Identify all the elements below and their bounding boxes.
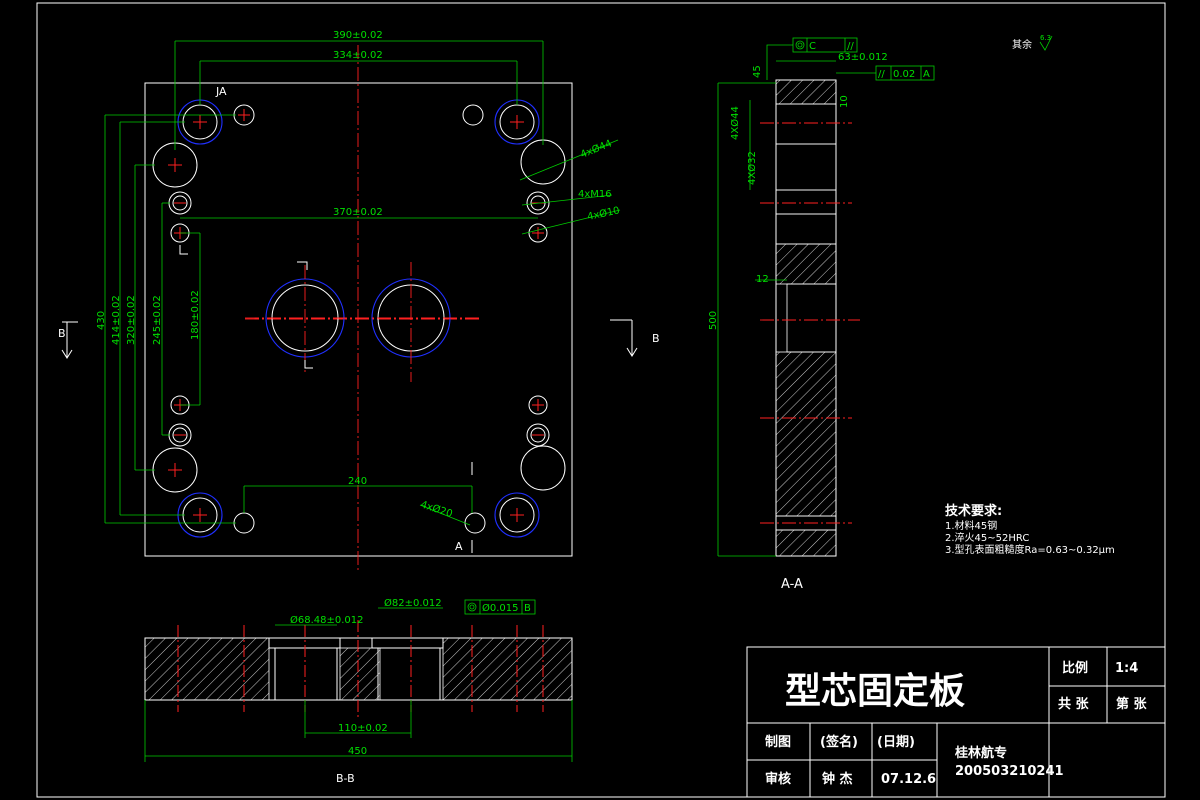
bb-dim-68: Ø68.48±0.012: [290, 614, 364, 626]
aa-tol-a: A: [923, 69, 930, 80]
marker-ja: JA: [215, 85, 227, 98]
sheets-total: 共 张: [1058, 696, 1090, 712]
bb-label: B-B: [336, 772, 355, 785]
dim-245: 245±0.02: [152, 295, 163, 345]
bb-dim-82: Ø82±0.012: [384, 597, 442, 609]
sheet-number: 第 张: [1116, 696, 1148, 712]
section-bb: Ø68.48±0.012 Ø82±0.012 110±0.02 450 Ø0.0…: [144, 597, 573, 785]
dim-430: 430: [96, 311, 107, 330]
bb-dim-110: 110±0.02: [338, 723, 388, 734]
aa-tol-par: //: [878, 69, 885, 80]
dim-370: 370±0.02: [333, 207, 383, 218]
tech-item-1: 1.材料45钢: [945, 519, 997, 532]
callout-20: 4xØ20: [419, 498, 454, 520]
checker-name: 钟 杰: [822, 771, 853, 787]
callout-44: 4xØ44: [579, 137, 614, 160]
checked-label: 审核: [765, 771, 791, 787]
tech-item-3: 3.型孔表面粗糙度Ra=0.63~0.32μm: [945, 543, 1115, 556]
tech-item-2: 2.淬火45~52HRC: [945, 531, 1029, 544]
section-aa: 63±0.012 500 12 10 4XØ44 4XØ32 45 C // /…: [708, 37, 935, 592]
aa-tol-c: //: [847, 41, 854, 52]
plan-view: [144, 45, 573, 570]
student-id: 200503210241: [955, 764, 1064, 779]
marker-b-right: B: [652, 332, 660, 345]
tech-requirements: 技术要求: 1.材料45钢 2.淬火45~52HRC 3.型孔表面粗糙度Ra=0…: [945, 503, 1115, 556]
dim-390: 390±0.02: [333, 30, 383, 41]
marker-a: A: [455, 540, 463, 553]
scale-value: 1:4: [1115, 661, 1138, 676]
bb-dim-450: 450: [348, 746, 367, 757]
bb-tol-b: B: [524, 603, 531, 614]
aa-dim-44: 4XØ44: [729, 106, 741, 140]
aa-dim-32: 4XØ32: [746, 151, 758, 185]
aa-tol-2: 0.02: [893, 69, 915, 80]
date-value: 07.12.6: [881, 772, 936, 787]
aa-dim-45: 45: [752, 65, 763, 78]
dim-240: 240: [348, 476, 367, 487]
aa-dim-63: 63±0.012: [838, 52, 888, 63]
school-name: 桂林航专: [954, 745, 1007, 761]
scale-label: 比例: [1062, 660, 1088, 676]
date-label: (日期): [877, 735, 915, 750]
tech-heading: 技术要求:: [945, 503, 1002, 519]
title-block: 型芯固定板 比例 1:4 共 张 第 张 制图 (签名) (日期) 审核 钟 杰…: [746, 646, 1166, 798]
marker-b-left: B: [58, 327, 66, 340]
callout-m16: 4xM16: [578, 189, 612, 200]
aa-tol-1: C: [809, 41, 816, 52]
plan-dimensions: 390±0.02 334±0.02 370±0.02 240 430 414±0…: [58, 30, 660, 553]
dim-414: 414±0.02: [111, 295, 122, 345]
svg-text:6.3: 6.3: [1040, 34, 1051, 42]
aa-dim-500: 500: [708, 311, 719, 330]
dim-334: 334±0.02: [333, 50, 383, 61]
drawing-title: 型芯固定板: [785, 671, 965, 712]
callout-10: 4xØ10: [586, 204, 621, 223]
drawn-label: 制图: [765, 734, 791, 750]
bb-tol-1: Ø0.015: [482, 602, 519, 614]
cad-drawing: 390±0.02 334±0.02 370±0.02 240 430 414±0…: [36, 2, 1166, 798]
aa-dim-10: 10: [839, 95, 850, 108]
roughness-note: 其余: [1012, 38, 1032, 51]
aa-dim-12: 12: [756, 274, 769, 285]
dim-320: 320±0.02: [126, 295, 137, 345]
aa-label: A-A: [781, 577, 803, 592]
signature-label: (签名): [820, 734, 858, 750]
dim-180: 180±0.02: [190, 290, 201, 340]
